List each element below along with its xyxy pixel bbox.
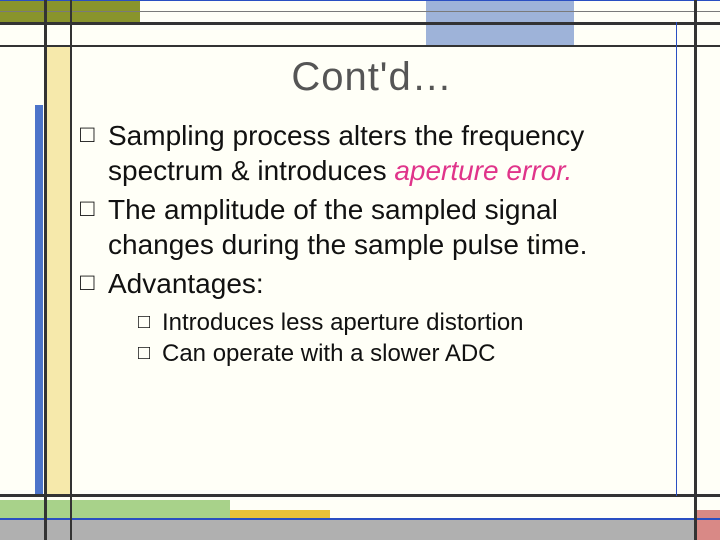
deco-block: [0, 500, 230, 518]
deco-line: [0, 494, 720, 497]
deco-line: [0, 0, 720, 1]
deco-line: [0, 11, 720, 12]
bullet-item: Sampling process alters the frequency sp…: [80, 118, 664, 188]
sub-bullet-list: Introduces less aperture distortion Can …: [108, 307, 664, 369]
bullet-text: Advantages:: [108, 268, 264, 299]
deco-block: [0, 520, 720, 540]
deco-block: [35, 105, 43, 497]
bullet-item: Advantages: Introduces less aperture dis…: [80, 266, 664, 369]
sub-bullet-text: Can operate with a slower ADC: [162, 340, 496, 367]
deco-line: [694, 0, 697, 540]
deco-line: [0, 518, 720, 520]
emphasis-text: aperture error.: [394, 155, 572, 186]
bullet-text: The amplitude of the sampled signal chan…: [108, 194, 587, 260]
deco-line: [44, 0, 47, 540]
bullet-list: Sampling process alters the frequency sp…: [72, 118, 672, 369]
deco-block: [695, 510, 720, 540]
slide: Cont'd… Sampling process alters the freq…: [0, 0, 720, 540]
bullet-item: The amplitude of the sampled signal chan…: [80, 192, 664, 262]
sub-bullet-item: Can operate with a slower ADC: [138, 338, 664, 369]
slide-title: Cont'd…: [72, 55, 672, 100]
deco-block: [46, 46, 70, 494]
deco-line: [676, 22, 677, 496]
sub-bullet-text: Introduces less aperture distortion: [162, 309, 524, 336]
sub-bullet-item: Introduces less aperture distortion: [138, 307, 664, 338]
deco-block: [230, 510, 330, 518]
content-area: Cont'd… Sampling process alters the freq…: [72, 45, 672, 490]
deco-line: [0, 22, 720, 25]
